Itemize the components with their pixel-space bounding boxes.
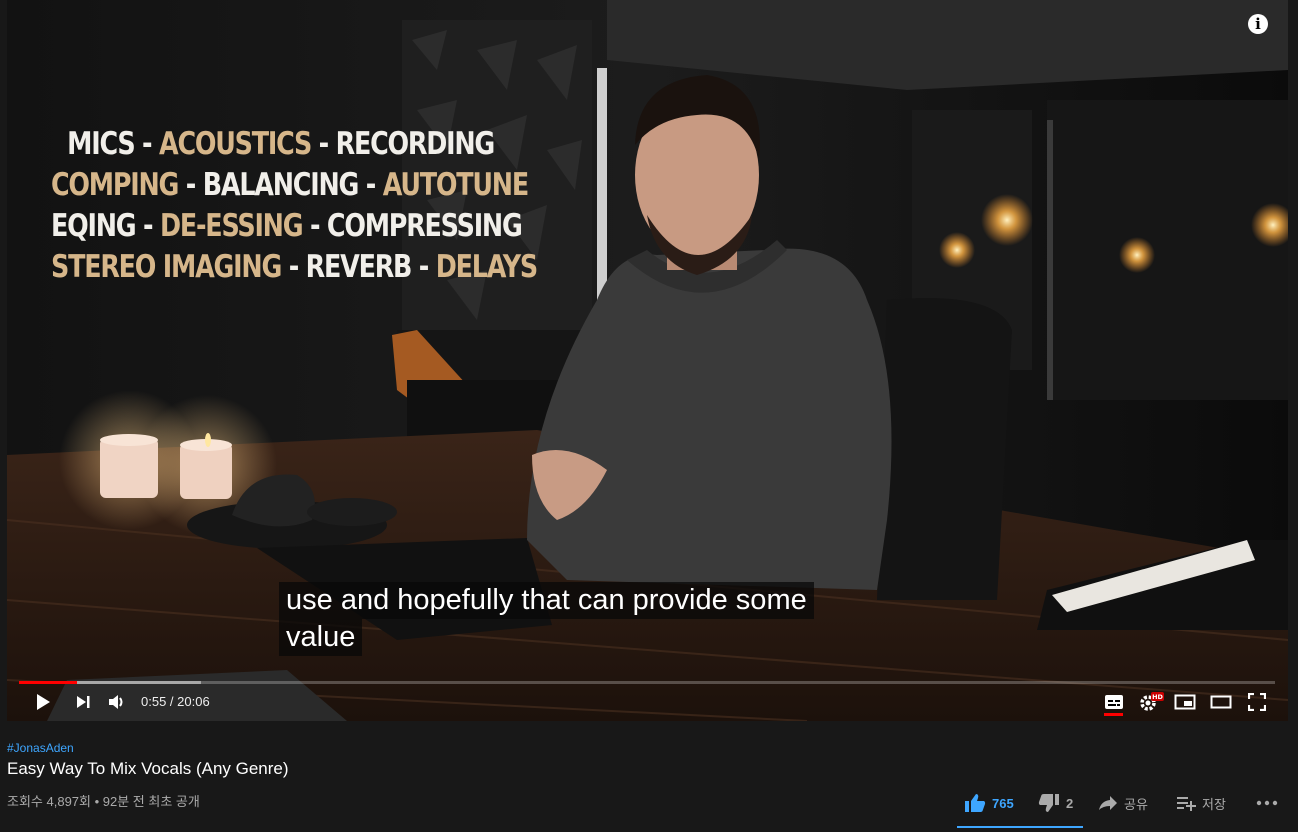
share-label: 공유 [1124,796,1148,812]
hashtag-link[interactable]: #JonasAden [7,741,74,755]
next-icon [77,696,90,708]
play-icon [37,694,50,710]
action-bar: 765 2 공유 저장 [0,790,1298,816]
overlay-word: - REVERB - [281,249,436,285]
settings-gear-icon: HD [1140,692,1164,711]
subtitles-icon [1105,695,1123,709]
overlay-word: MICS - [67,126,159,162]
overlay-line: STEREO IMAGING - REVERB - DELAYS [51,247,538,288]
hd-badge: HD [1152,693,1163,701]
overlay-word: - RECORDING [311,126,496,162]
share-icon [1099,796,1117,810]
like-count: 765 [992,795,1014,811]
subtitles-button[interactable] [1103,692,1125,712]
miniplayer-button[interactable] [1174,692,1196,712]
page: MICS - ACOUSTICS - RECORDING COMPING - B… [0,0,1298,832]
more-horizontal-icon [1256,800,1278,806]
miniplayer-icon [1174,694,1196,710]
time-display: 0:55 / 20:06 [141,694,210,709]
volume-icon [109,695,123,709]
overlay-line: MICS - ACOUSTICS - RECORDING [51,124,510,165]
overlay-word: DE-ESSING [159,208,304,244]
dislike-button[interactable]: 2 [1038,790,1073,816]
video-overlay-topic-list: MICS - ACOUSTICS - RECORDING COMPING - B… [51,124,538,288]
fullscreen-button[interactable] [1247,692,1267,712]
subtitles-active-indicator [1104,713,1123,716]
theater-mode-button[interactable] [1210,692,1232,712]
like-button[interactable]: 765 [964,790,1014,816]
volume-button[interactable] [107,692,127,712]
save-button[interactable]: 저장 [1176,790,1226,816]
overlay-word: COMPING [51,167,179,203]
next-button[interactable] [73,692,93,712]
overlay-word: STEREO IMAGING [51,249,282,285]
overlay-word: DELAYS [435,249,538,285]
caption-line: value [279,619,363,656]
theater-mode-icon [1210,695,1232,709]
overlay-line: COMPING - BALANCING - AUTOTUNE [51,165,529,206]
overlay-line: EQING - DE-ESSING - COMPRESSING [51,206,523,247]
more-actions-button[interactable] [1256,790,1278,816]
play-button[interactable] [33,692,53,712]
player-controls: 0:55 / 20:06 HD [7,684,1288,720]
save-label: 저장 [1202,796,1226,812]
captions-box: use and hopefully that can provide some … [279,582,814,656]
thumbs-down-icon [1038,794,1059,812]
dislike-count: 2 [1066,795,1074,811]
playlist-add-icon [1177,797,1196,811]
video-title: Easy Way To Mix Vocals (Any Genre) [7,759,289,778]
overlay-word: ACOUSTICS [158,126,312,162]
overlay-word: - BALANCING - [178,167,383,203]
info-icon[interactable]: i [1248,14,1268,34]
video-player[interactable]: MICS - ACOUSTICS - RECORDING COMPING - B… [7,0,1288,721]
fullscreen-icon [1248,693,1266,711]
share-button[interactable]: 공유 [1098,790,1148,816]
overlay-word: EQING - [51,208,160,244]
settings-button[interactable]: HD [1138,692,1164,712]
overlay-word: AUTOTUNE [382,167,529,203]
like-ratio-bar [957,826,1083,828]
caption-line: use and hopefully that can provide some [279,582,814,619]
overlay-word: - COMPRESSING [302,208,523,244]
thumbs-up-icon [965,794,986,812]
